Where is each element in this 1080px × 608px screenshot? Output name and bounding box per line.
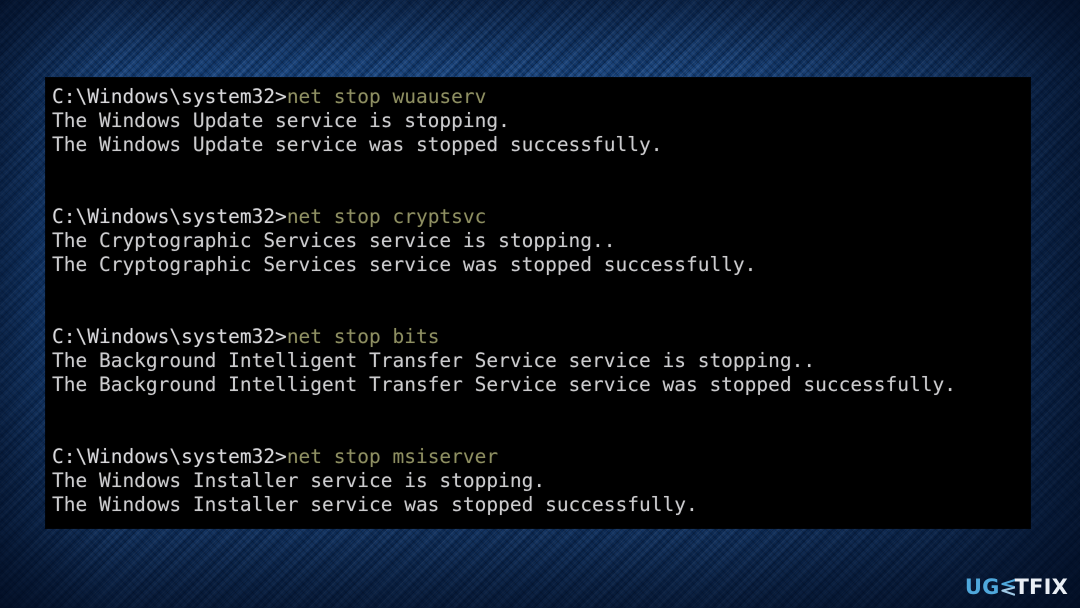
prompt-command-line: C:\Windows\system32>net stop cryptsvc	[52, 205, 1030, 229]
prompt-command-line: C:\Windows\system32>net stop wuauserv	[52, 85, 1030, 109]
screenshot-stage: C:\Windows\system32>net stop wuauserv The…	[0, 0, 1080, 608]
typed-command: net stop wuauserv	[286, 85, 487, 108]
console-output-line: The Windows Installer service is stoppin…	[52, 469, 546, 492]
prompt-command-line: C:\Windows\system32>net stop bits	[52, 325, 1030, 349]
typed-command: net stop cryptsvc	[286, 205, 487, 228]
typed-command: net stop msiserver	[286, 445, 499, 468]
console-output-line: The Windows Installer service was stoppe…	[52, 493, 698, 516]
watermark-part-two: TFIX	[1014, 574, 1068, 599]
ugetfix-watermark: UG TFIX	[965, 574, 1068, 600]
prompt-path: C:\Windows\system32>	[52, 325, 287, 348]
prompt-path: C:\Windows\system32>	[52, 445, 287, 468]
console-output-line: The Background Intelligent Transfer Serv…	[52, 349, 816, 372]
console-output-line: The Cryptographic Services service is st…	[52, 229, 616, 252]
console-output-line: The Windows Update service was stopped s…	[52, 133, 663, 156]
console-output-line: The Cryptographic Services service was s…	[52, 253, 757, 276]
stylized-e-icon	[1000, 578, 1015, 596]
console-output-area[interactable]: C:\Windows\system32>net stop wuauserv The…	[46, 78, 1030, 517]
prompt-command-line: C:\Windows\system32>net stop msiserver	[52, 445, 1030, 469]
command-prompt-window[interactable]: C:\Windows\system32>net stop wuauserv The…	[46, 78, 1030, 528]
watermark-part-one: UG	[964, 574, 1000, 599]
console-output-line: The Background Intelligent Transfer Serv…	[52, 373, 956, 396]
prompt-path: C:\Windows\system32>	[52, 85, 287, 108]
watermark-text: UG TFIX	[964, 574, 1068, 599]
console-output-line: The Windows Update service is stopping.	[52, 109, 510, 132]
prompt-path: C:\Windows\system32>	[52, 205, 287, 228]
typed-command: net stop bits	[286, 325, 440, 348]
